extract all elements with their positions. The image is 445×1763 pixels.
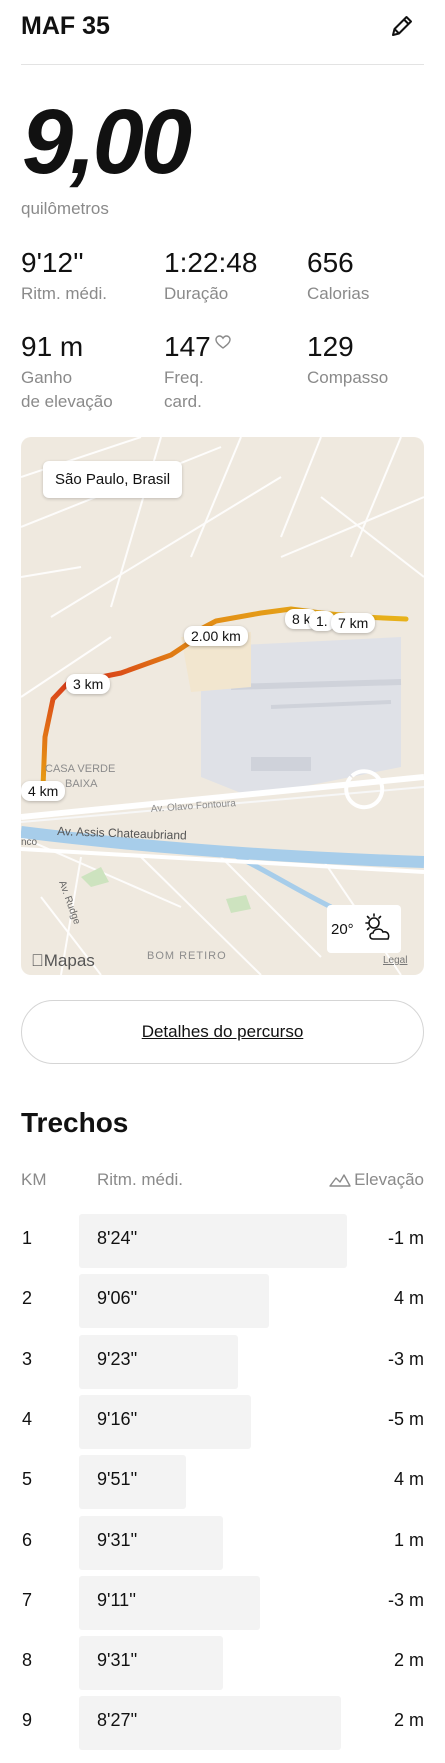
heart-icon [215,335,231,349]
stat-cadence: 129 Compasso [307,331,388,390]
pencil-icon [392,16,412,36]
activity-title: MAF 35 [21,12,110,40]
map-label-rudge: Av. Rudge [56,879,82,926]
splits-header-elevation-label: Elevação [354,1170,424,1189]
split-km: 2 [22,1288,33,1309]
split-row: 8 9'31'' 2 m [0,1636,445,1691]
split-pace: 9'31'' [97,1529,138,1550]
stat-duration: 1:22:48 Duração [164,247,257,306]
split-km: 5 [22,1469,33,1490]
split-km: 1 [22,1228,33,1248]
splits-header-elevation: Elevação [329,1170,424,1190]
stat-heart-rate: 147 Freq. card. [164,331,231,414]
activity-detail-page: MAF 35 9,00 quilômetros 9'12'' Ritm. méd… [0,0,445,1763]
partly-cloudy-icon [365,913,390,940]
splits-title: Trechos [21,1107,129,1138]
split-row: 1 8'24'' -1 m [0,1214,445,1268]
map-label-nco: nco [21,837,38,848]
split-elevation: -3 m [388,1348,424,1369]
weather-badge: 20° [327,905,401,953]
maps-brand-label: Mapas [31,951,95,970]
legal-link[interactable]: Legal [383,955,407,966]
split-row: 3 9'23'' -3 m [0,1334,445,1389]
map-background: CASA VERDE BAIXA Av. Olavo Fontoura Av. … [21,437,424,975]
split-row: 2 9'06'' 4 m [0,1274,445,1329]
stat-elevation: 91 m Ganho de elevação [21,331,113,414]
split-pace: 9'11'' [97,1589,137,1610]
splits-header-km: KM [21,1170,47,1189]
split-elevation: -5 m [388,1408,424,1429]
km-marker: 4 km [21,781,66,801]
stat-heart-rate-value-row: 147 [164,331,231,363]
split-elevation: 4 m [393,1288,424,1309]
split-pace: 9'23'' [97,1348,138,1369]
stat-calories-value: 656 [307,247,354,278]
split-elevation: 4 m [393,1469,424,1490]
split-pace: 9'06'' [97,1288,138,1309]
km-marker: 3 km [66,674,111,694]
splits-header-pace: Ritm. médi. [97,1170,183,1189]
map-label-baixa: BAIXA [65,778,98,790]
location-pill: São Paulo, Brasil [43,461,183,498]
split-pace: 8'24'' [97,1228,138,1248]
split-km: 4 [22,1408,33,1429]
split-km: 8 [22,1650,33,1671]
distance-value: 9,00 [22,91,192,193]
split-elevation: 2 m [393,1710,424,1731]
split-elevation: -1 m [388,1228,424,1248]
split-row: 5 9'51'' 4 m [0,1455,445,1510]
split-pace: 9'31'' [97,1650,138,1671]
stat-cadence-label: Compasso [307,368,389,387]
map-label-casa-verde: CASA VERDE [45,763,115,775]
split-elevation: 2 m [393,1650,424,1671]
stat-calories: 656 Calorias [307,247,369,306]
split-row: 4 9'16'' -5 m [0,1394,445,1449]
edit-button[interactable] [388,12,416,40]
split-pace: 8'27'' [97,1710,138,1731]
stat-duration-label: Duração [164,284,229,303]
split-elevation: -3 m [388,1589,424,1610]
mountain-icon [329,1174,351,1187]
distance-unit: quilômetros [21,199,109,218]
stat-elevation-label-line1: Ganho [21,368,73,387]
map-label-bom-retiro: BOM RETIRO [147,950,227,962]
km-marker: 2.00 km [184,626,248,646]
apple-logo-icon:  [31,951,44,970]
split-km: 9 [22,1710,33,1731]
split-row: 7 9'11'' -3 m [0,1575,445,1630]
split-row: 6 9'31'' 1 m [0,1515,445,1570]
split-km: 3 [22,1348,33,1369]
stat-elevation-label: Ganho de elevação [21,366,113,414]
stat-elevation-label-line2: de elevação [21,392,113,411]
split-row: 9 8'27'' 2 m [0,1696,445,1751]
stat-heart-rate-label: Freq. card. [164,366,231,414]
stat-heart-rate-value: 147 [164,331,211,362]
weather-temperature: 20° [331,921,354,938]
maps-brand: Mapas [31,951,95,971]
split-km: 6 [22,1529,33,1550]
header: MAF 35 [21,0,424,65]
route-details-button[interactable]: Detalhes do percurso [21,1000,424,1064]
km-marker: 7 km [331,613,376,633]
stat-heart-rate-label-line2: card. [164,392,202,411]
stat-elevation-value: 91 m [21,331,84,362]
stat-pace-label: Ritm. médi. [21,284,107,303]
stat-cadence-value: 129 [307,331,354,362]
split-elevation: 1 m [393,1529,424,1550]
split-km: 7 [22,1589,33,1610]
split-pace: 9'16'' [97,1408,138,1429]
stat-calories-label: Calorias [307,284,370,303]
stat-pace: 9'12'' Ritm. médi. [21,247,107,306]
stat-duration-value: 1:22:48 [164,247,258,278]
stat-pace-value: 9'12'' [21,247,84,278]
route-map[interactable]: CASA VERDE BAIXA Av. Olavo Fontoura Av. … [21,437,424,975]
split-pace: 9'51'' [97,1469,138,1490]
stat-heart-rate-label-line1: Freq. [164,368,204,387]
